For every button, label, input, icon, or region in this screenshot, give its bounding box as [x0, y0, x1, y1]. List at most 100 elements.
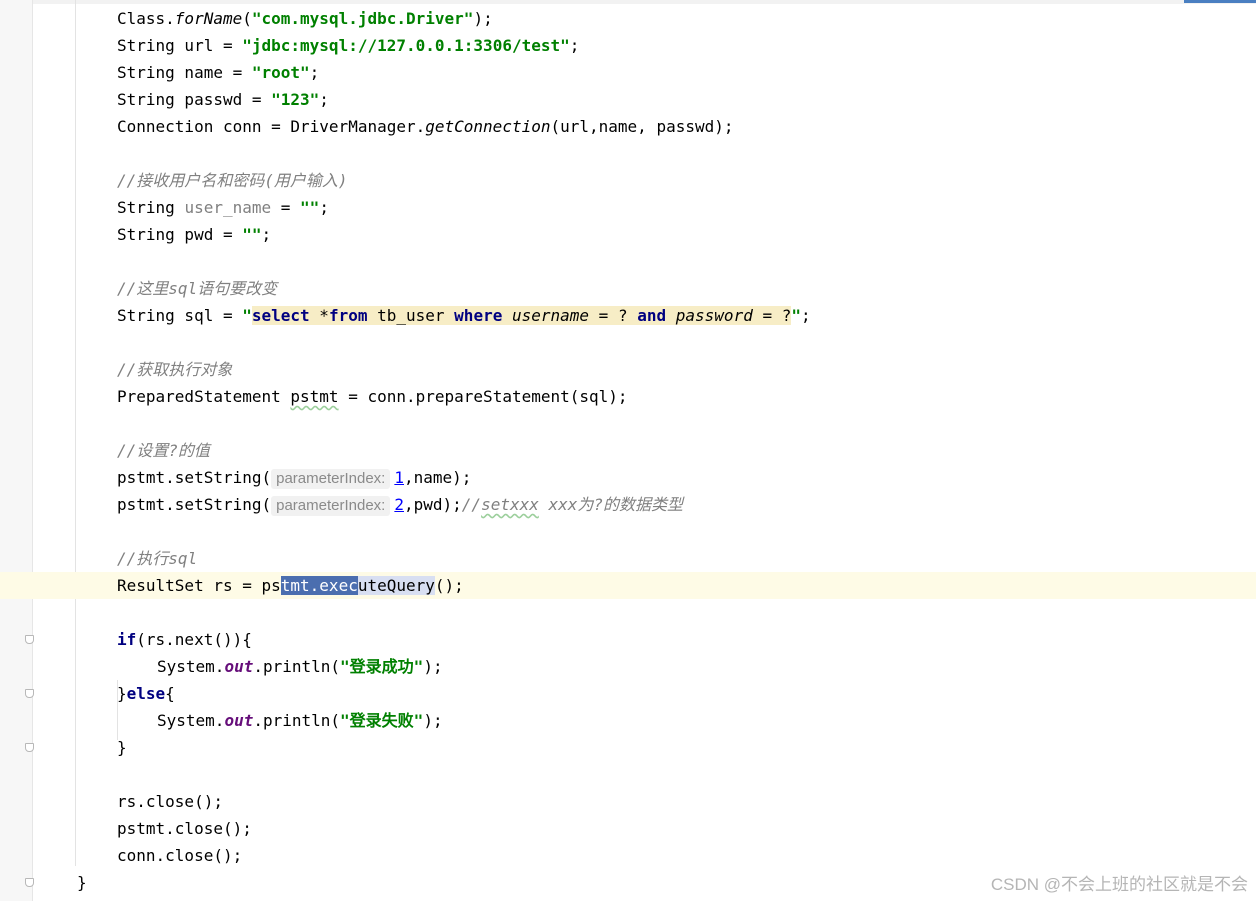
code-line[interactable]: //获取执行对象	[0, 356, 1256, 383]
code-token: String pwd =	[117, 225, 243, 244]
csdn-watermark: CSDN @不会上班的社区就是不会	[990, 875, 1248, 894]
code-line[interactable]: PreparedStatement pstmt = conn.prepareSt…	[0, 383, 1256, 410]
code-token: getConnection	[425, 117, 551, 136]
java-keyword: if	[117, 630, 137, 649]
code-token: );	[423, 657, 443, 676]
code-token: ResultSet rs = ps	[117, 576, 281, 595]
code-comment: //设置?的值	[117, 441, 210, 460]
code-token: {	[165, 684, 175, 703]
string-literal: "root"	[251, 63, 310, 82]
java-keyword: else	[126, 684, 166, 703]
code-line[interactable]: //这里sql语句要改变	[0, 275, 1256, 302]
code-line[interactable]: String passwd = "123";	[0, 86, 1256, 113]
string-literal: ""	[300, 198, 320, 217]
current-code-line[interactable]: ResultSet rs = pstmt.executeQuery();	[0, 572, 1256, 599]
sql-column: password	[675, 306, 753, 325]
code-token: ;	[319, 90, 329, 109]
static-field: out	[224, 657, 254, 676]
code-comment: //这里sql语句要改变	[117, 279, 278, 298]
parameter-hint: parameterIndex:	[271, 496, 391, 516]
sql-keyword: where	[454, 306, 503, 325]
code-token: }	[117, 684, 127, 703]
code-token: );	[423, 711, 443, 730]
code-line[interactable]: pstmt.setString(parameterIndex: 1,name);	[0, 464, 1256, 491]
code-token: pstmt.close();	[117, 819, 252, 838]
code-token: String passwd =	[117, 90, 272, 109]
code-line[interactable]: //接收用户名和密码(用户输入)	[0, 167, 1256, 194]
code-line[interactable]: }	[0, 734, 1256, 761]
fold-marker-icon[interactable]	[25, 878, 34, 887]
text-selection[interactable]: tmt.exec	[280, 576, 358, 595]
sql-keyword: and	[637, 306, 667, 325]
code-line[interactable]: if(rs.next()){	[0, 626, 1256, 653]
code-line[interactable]: String pwd = "";	[0, 221, 1256, 248]
code-token: ;	[569, 36, 580, 55]
code-line[interactable]: String sql = "select *from tb_user where…	[0, 302, 1256, 329]
code-comment: //接收用户名和密码(用户输入)	[117, 171, 348, 190]
code-line[interactable]: //设置?的值	[0, 437, 1256, 464]
code-token: String name =	[117, 63, 252, 82]
code-token: tb_user	[367, 306, 455, 325]
code-token: pstmt.setString(	[117, 495, 272, 514]
string-literal: "123"	[271, 90, 320, 109]
code-line[interactable]: pstmt.close();	[0, 815, 1256, 842]
code-line[interactable]: pstmt.setString(parameterIndex: 2,pwd);//…	[0, 491, 1256, 518]
code-comment: //获取执行对象	[117, 360, 233, 379]
fold-marker-icon[interactable]	[25, 689, 34, 698]
code-token: rs.close();	[117, 792, 223, 811]
fold-marker-icon[interactable]	[25, 635, 34, 644]
code-token: System.	[157, 711, 225, 730]
code-comment: //执行sql	[117, 549, 198, 568]
string-literal: "登录成功"	[340, 657, 424, 676]
code-line[interactable]: Class.forName("com.mysql.jdbc.Driver");	[0, 5, 1256, 32]
code-token: Class.	[117, 9, 175, 28]
string-literal: ""	[242, 225, 262, 244]
code-line[interactable]: rs.close();	[0, 788, 1256, 815]
code-token: ;	[261, 225, 272, 244]
code-token: =	[271, 198, 301, 217]
code-token: ;	[801, 306, 811, 325]
code-token: = ?	[752, 306, 792, 325]
code-line[interactable]: Connection conn = DriverManager.getConne…	[0, 113, 1256, 140]
selection-occurrence: uteQuery	[357, 576, 435, 595]
code-token: String	[117, 198, 185, 217]
code-token: ;	[319, 198, 329, 217]
sql-injected-fragment: select *from tb_user where username = ? …	[251, 306, 792, 325]
sql-keyword: from	[328, 306, 368, 325]
string-literal: "com.mysql.jdbc.Driver"	[251, 9, 474, 28]
code-comment: setxxx	[481, 495, 539, 514]
code-line[interactable]: conn.close();	[0, 842, 1256, 869]
static-field: out	[224, 711, 254, 730]
fold-marker-icon[interactable]	[25, 743, 34, 752]
string-literal: "登录失败"	[340, 711, 424, 730]
code-token: ;	[309, 63, 320, 82]
string-quote: "	[791, 306, 801, 325]
code-token: ,pwd);	[404, 495, 462, 514]
code-token: = conn.prepareStatement(sql);	[338, 387, 628, 406]
code-token: (url,name, passwd);	[550, 117, 734, 136]
code-token: conn.close();	[117, 846, 243, 865]
code-token: );	[473, 9, 493, 28]
string-quote: "	[242, 306, 252, 325]
number-literal: 2	[394, 495, 404, 514]
code-line[interactable]: String url = "jdbc:mysql://127.0.0.1:330…	[0, 32, 1256, 59]
code-token: pstmt.setString(	[117, 468, 272, 487]
code-token: ();	[434, 576, 464, 595]
code-token: Connection conn = DriverManager.	[117, 117, 426, 136]
code-line[interactable]: System.out.println("登录成功");	[0, 653, 1256, 680]
code-token: = ?	[589, 306, 638, 325]
code-token: (rs.next()){	[136, 630, 252, 649]
code-line[interactable]: String name = "root";	[0, 59, 1256, 86]
code-line[interactable]: String user_name = "";	[0, 194, 1256, 221]
code-line[interactable]: System.out.println("登录失败");	[0, 707, 1256, 734]
code-token: .println(	[253, 657, 341, 676]
string-literal: "jdbc:mysql://127.0.0.1:3306/test"	[242, 36, 570, 55]
code-line[interactable]: }else{	[0, 680, 1256, 707]
code-token: String url =	[117, 36, 243, 55]
code-token: pstmt	[290, 387, 339, 406]
code-token: .println(	[253, 711, 341, 730]
code-line[interactable]: //执行sql	[0, 545, 1256, 572]
sql-column: username	[511, 306, 590, 325]
code-comment: //	[461, 495, 482, 514]
